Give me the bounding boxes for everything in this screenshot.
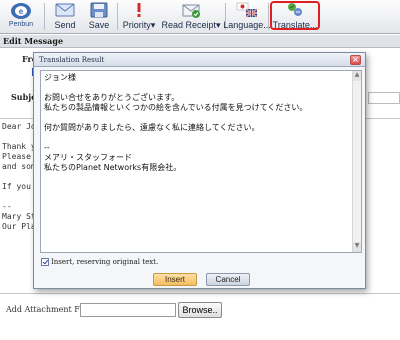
reserve-original-checkbox[interactable] bbox=[41, 258, 49, 266]
toolbar-separator bbox=[268, 3, 269, 30]
priority-exclamation-icon bbox=[137, 3, 141, 17]
insert-reserving-option[interactable]: Insert, reserving original text. bbox=[41, 257, 158, 267]
toolbar-separator bbox=[44, 3, 45, 30]
scroll-up-arrow-icon[interactable]: ▲ bbox=[353, 71, 361, 81]
attachment-file-input[interactable] bbox=[80, 303, 176, 317]
brand-name: Penbun bbox=[8, 21, 34, 28]
save-icon bbox=[90, 2, 108, 18]
send-icon bbox=[55, 3, 75, 17]
svg-text:e: e bbox=[19, 7, 24, 16]
logo-icon: e bbox=[11, 3, 31, 19]
send-label: Send bbox=[54, 20, 76, 30]
read-receipt-label: Read Receipt▾ bbox=[161, 20, 221, 30]
chevron-down-icon: ▾ bbox=[150, 20, 156, 30]
language-flags-icon bbox=[236, 2, 258, 18]
save-button[interactable]: Save bbox=[84, 2, 114, 32]
browse-button[interactable]: Browse.. bbox=[178, 302, 222, 318]
edit-message-header: Edit Message bbox=[0, 35, 400, 48]
insert-button[interactable]: Insert bbox=[153, 273, 197, 286]
translation-text-area[interactable]: ジョン様 お問い合せをありがとうございます。 私たちの製品情報といくつかの絵を含… bbox=[40, 70, 362, 253]
read-receipt-icon bbox=[182, 4, 200, 18]
dialog-title: Translation Result bbox=[34, 53, 365, 67]
save-label: Save bbox=[88, 20, 110, 30]
cancel-button[interactable]: Cancel bbox=[206, 273, 250, 286]
vertical-scrollbar[interactable]: ▲ ▼ bbox=[352, 71, 361, 252]
subject-field[interactable] bbox=[368, 92, 400, 104]
read-receipt-dropdown[interactable]: Read Receipt▾ bbox=[158, 2, 224, 32]
translation-result-dialog: Translation Result × ジョン様 お問い合せをありがとうござい… bbox=[33, 52, 366, 289]
toolbar: e Penbun Send Save Priority▾ Read Receip… bbox=[0, 0, 400, 34]
app-logo: e Penbun bbox=[4, 2, 38, 32]
priority-label: Priority▾ bbox=[122, 20, 156, 30]
toolbar-separator bbox=[117, 3, 118, 30]
language-button[interactable]: Language... bbox=[223, 2, 271, 32]
chevron-down-icon: ▾ bbox=[216, 20, 221, 30]
priority-dropdown[interactable]: Priority▾ bbox=[120, 2, 158, 32]
language-label: Language... bbox=[223, 20, 271, 30]
translate-highlight bbox=[270, 1, 320, 30]
scroll-down-arrow-icon[interactable]: ▼ bbox=[353, 242, 361, 252]
close-icon[interactable]: × bbox=[350, 55, 361, 65]
reserve-original-label: Insert, reserving original text. bbox=[51, 258, 159, 266]
send-button[interactable]: Send bbox=[50, 2, 80, 32]
